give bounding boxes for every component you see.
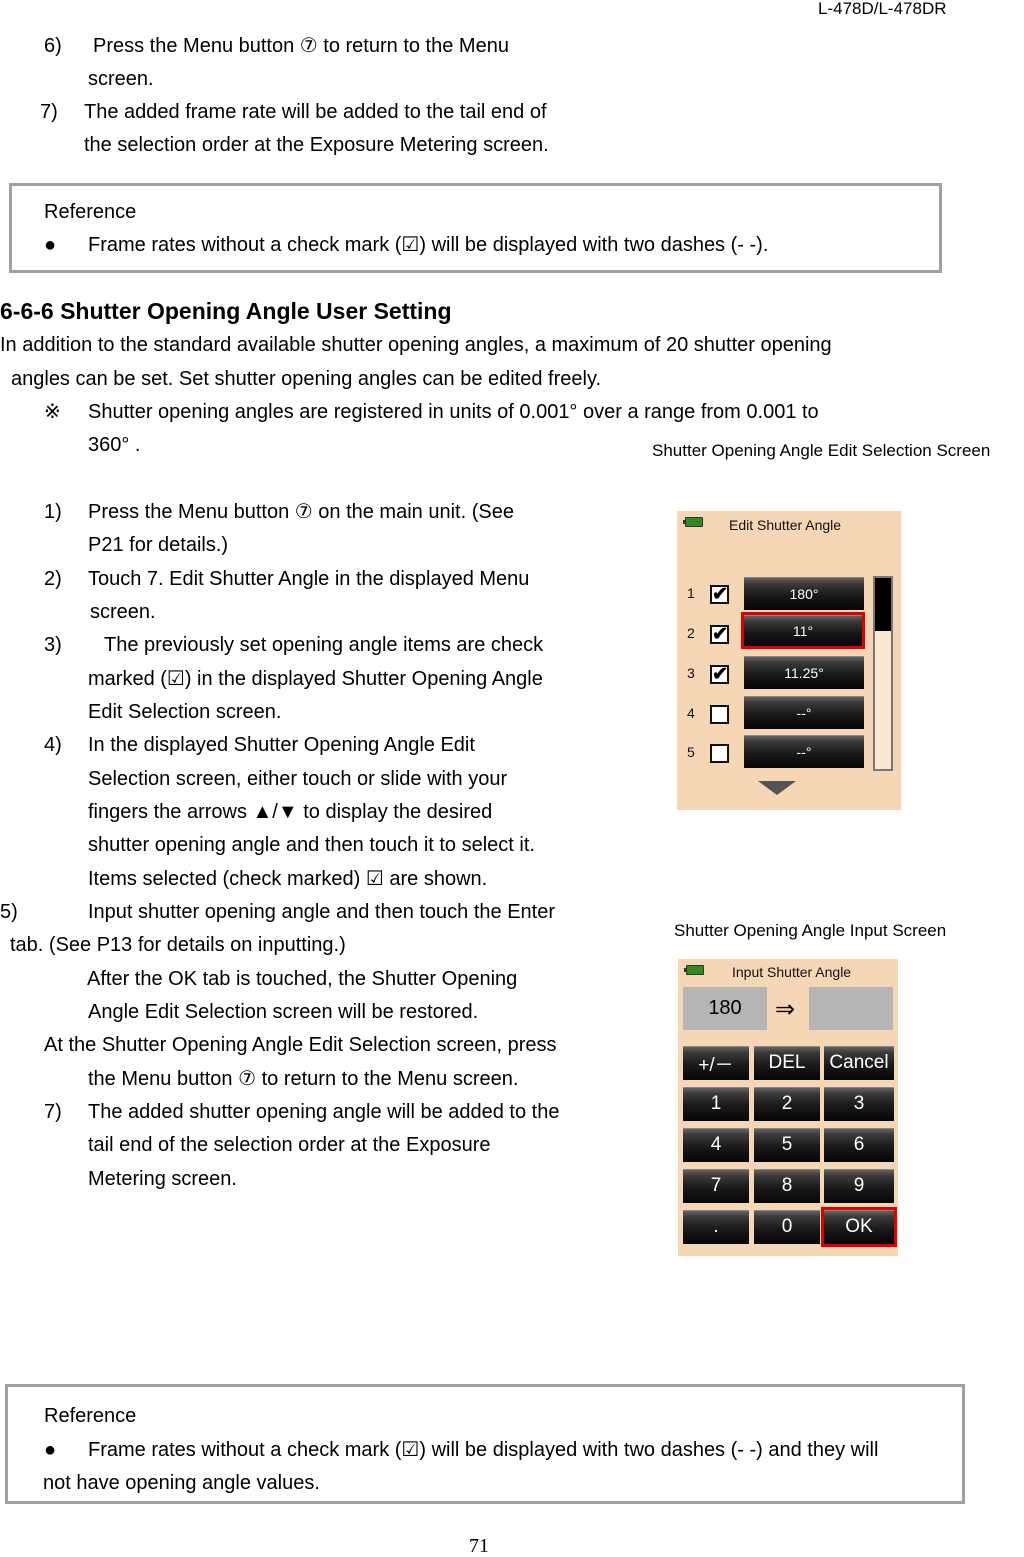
edit-screen-caption: Shutter Opening Angle Edit Selection Scr… <box>652 441 991 460</box>
key-3-button[interactable]: 3 <box>824 1087 894 1121</box>
step-number: 4) <box>44 734 62 756</box>
row-number: 2 <box>687 625 695 641</box>
edit-shutter-angle-screen: Edit Shutter Angle 1 ✔ 180° 2 ✔ 11° 3 ✔ … <box>677 511 901 810</box>
row-number: 4 <box>687 705 695 721</box>
note-text: 360° . <box>88 434 141 456</box>
step-text: shutter opening angle and then touch it … <box>88 834 535 856</box>
step-number: 2) <box>44 568 62 590</box>
angle-item-button[interactable]: 11.25° <box>744 656 864 689</box>
step-text: Metering screen. <box>88 1168 237 1190</box>
key-5-button[interactable]: 5 <box>754 1128 820 1162</box>
key-8-button[interactable]: 8 <box>754 1169 820 1203</box>
key-plus-minus-button[interactable]: +/－ <box>683 1046 749 1080</box>
key-0-button[interactable]: 0 <box>754 1210 820 1244</box>
key-7-button[interactable]: 7 <box>683 1169 749 1203</box>
step-text: screen. <box>88 68 154 90</box>
input-screen-caption: Shutter Opening Angle Input Screen <box>674 921 947 940</box>
step-text: marked (☑) in the displayed Shutter Open… <box>88 668 543 690</box>
step-text: tab. (See P13 for details on inputting.) <box>10 934 346 956</box>
key-cancel-button[interactable]: Cancel <box>824 1046 894 1080</box>
angle-item-button[interactable]: --° <box>744 735 864 768</box>
angle-item-button-selected[interactable]: 11° <box>741 612 865 649</box>
reference-text: Frame rates without a check mark (☑) wil… <box>88 1439 879 1461</box>
intro-text: In addition to the standard available sh… <box>0 334 832 356</box>
row-number: 1 <box>687 585 695 601</box>
key-2-button[interactable]: 2 <box>754 1087 820 1121</box>
step-number: 1) <box>44 501 62 523</box>
step-text: After the OK tab is touched, the Shutter… <box>87 968 518 990</box>
step-number: 5) <box>0 901 18 923</box>
checkbox-checked[interactable]: ✔ <box>710 585 729 604</box>
checkbox-checked[interactable]: ✔ <box>710 625 729 644</box>
reference-text: Frame rates without a check mark (☑) wil… <box>88 234 769 256</box>
step-text: tail end of the selection order at the E… <box>88 1134 491 1156</box>
reference-text: not have opening angle values. <box>43 1472 320 1494</box>
key-1-button[interactable]: 1 <box>683 1087 749 1121</box>
step-text: In the displayed Shutter Opening Angle E… <box>88 734 475 756</box>
input-shutter-angle-screen: Input Shutter Angle 180 ⇒ +/－ DEL Cancel 1 2… <box>678 959 898 1256</box>
model-header: L-478D/L-478DR <box>818 0 947 18</box>
key-dot-button[interactable]: . <box>683 1210 749 1244</box>
note-mark-icon: ※ <box>44 401 61 423</box>
row-number: 5 <box>687 744 695 760</box>
step-number: 3) <box>44 634 62 656</box>
checkbox-unchecked[interactable] <box>710 744 729 763</box>
angle-item-button[interactable]: 180° <box>744 577 864 610</box>
step-text: The added frame rate will be added to th… <box>84 101 547 123</box>
step-text: screen. <box>90 601 156 623</box>
note-text: Shutter opening angles are registered in… <box>88 401 819 423</box>
step-text: the selection order at the Exposure Mete… <box>84 134 549 156</box>
step-text: The added shutter opening angle will be … <box>88 1101 560 1123</box>
step-text: Selection screen, either touch or slide … <box>88 768 508 790</box>
step-text: Input shutter opening angle and then tou… <box>88 901 556 923</box>
key-9-button[interactable]: 9 <box>824 1169 894 1203</box>
bullet-icon: ● <box>44 234 57 256</box>
step-number: 6) <box>44 35 62 57</box>
reference-title: Reference <box>44 1405 137 1427</box>
scrollbar-thumb[interactable] <box>875 578 891 632</box>
arrow-right-icon: ⇒ <box>775 996 796 1023</box>
key-ok-button[interactable]: OK <box>821 1207 897 1247</box>
section-title: 6-6-6 Shutter Opening Angle User Setting <box>0 298 452 324</box>
new-value-input[interactable] <box>809 987 893 1030</box>
step-text: Touch 7. Edit Shutter Angle in the displ… <box>88 568 530 590</box>
step-text: Items selected (check marked) ☑ are show… <box>88 868 488 890</box>
key-del-button[interactable]: DEL <box>754 1046 820 1080</box>
intro-text: angles can be set. Set shutter opening a… <box>11 368 602 390</box>
screen-title: Input Shutter Angle <box>732 964 852 980</box>
scrollbar[interactable] <box>873 576 893 771</box>
reference-title: Reference <box>44 201 137 223</box>
step-text: Press the Menu button ⑦ on the main unit… <box>88 501 514 523</box>
current-value-display: 180 <box>683 987 767 1030</box>
reference-box <box>9 183 942 273</box>
step-text: Press the Menu button ⑦ to return to the… <box>93 35 509 57</box>
step-text: The previously set opening angle items a… <box>104 634 544 656</box>
checkbox-checked[interactable]: ✔ <box>710 665 729 684</box>
step-text: Angle Edit Selection screen will be rest… <box>88 1001 479 1023</box>
battery-icon <box>683 517 703 527</box>
key-4-button[interactable]: 4 <box>683 1128 749 1162</box>
step-text: the Menu button ⑦ to return to the Menu … <box>88 1068 519 1090</box>
angle-item-button[interactable]: --° <box>744 696 864 729</box>
screen-title: Edit Shutter Angle <box>729 517 842 533</box>
step-text: At the Shutter Opening Angle Edit Select… <box>44 1034 557 1056</box>
battery-icon <box>684 965 704 975</box>
row-number: 3 <box>687 665 695 681</box>
page-number: 71 <box>469 1535 489 1557</box>
chevron-down-icon[interactable] <box>758 781 796 795</box>
step-number: 7) <box>40 101 58 123</box>
key-6-button[interactable]: 6 <box>824 1128 894 1162</box>
checkbox-unchecked[interactable] <box>710 705 729 724</box>
bullet-icon: ● <box>44 1439 57 1461</box>
step-text: fingers the arrows ▲/▼ to display the de… <box>88 801 493 823</box>
step-number: 7) <box>44 1101 62 1123</box>
step-text: P21 for details.) <box>88 534 229 556</box>
step-text: Edit Selection screen. <box>88 701 282 723</box>
